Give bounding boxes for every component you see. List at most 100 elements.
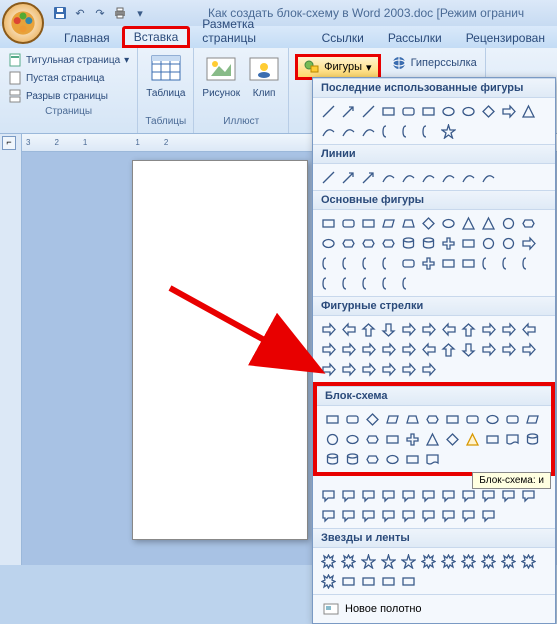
shape-item[interactable]	[419, 340, 437, 358]
shape-item[interactable]	[399, 506, 417, 524]
shape-item[interactable]	[459, 254, 477, 272]
selection-mode-icon[interactable]: ⌐	[2, 136, 16, 150]
shape-item[interactable]	[399, 102, 417, 120]
tab-mailings[interactable]: Рассылки	[376, 28, 454, 48]
shape-item[interactable]	[359, 234, 377, 252]
shape-item[interactable]	[459, 102, 477, 120]
shape-item[interactable]	[419, 320, 437, 338]
shape-item[interactable]	[479, 320, 497, 338]
shape-item[interactable]	[339, 506, 357, 524]
shape-item[interactable]	[499, 102, 517, 120]
undo-icon[interactable]: ↶	[72, 5, 88, 21]
save-icon[interactable]	[52, 5, 68, 21]
shape-item[interactable]	[379, 102, 397, 120]
picture-button[interactable]: Рисунок	[200, 52, 242, 114]
shape-item[interactable]	[339, 320, 357, 338]
shape-item[interactable]	[459, 214, 477, 232]
shape-item[interactable]	[419, 214, 437, 232]
shape-item[interactable]	[519, 254, 537, 272]
shape-item[interactable]	[479, 254, 497, 272]
shape-item[interactable]	[423, 410, 441, 428]
document-page[interactable]	[132, 160, 308, 540]
shape-item[interactable]	[403, 450, 421, 468]
shape-item[interactable]	[379, 486, 397, 504]
shape-item[interactable]	[323, 450, 341, 468]
shape-item[interactable]	[379, 254, 397, 272]
shape-item[interactable]	[359, 274, 377, 292]
shape-item[interactable]	[479, 506, 497, 524]
hyperlink-button[interactable]: Гиперссылка	[389, 54, 479, 72]
title-page-button[interactable]: Титульная страница ▾	[6, 52, 131, 68]
shape-item[interactable]	[339, 360, 357, 378]
shape-item[interactable]	[379, 320, 397, 338]
shape-item[interactable]	[499, 234, 517, 252]
shape-item[interactable]	[383, 410, 401, 428]
shape-item[interactable]	[343, 430, 361, 448]
shape-item[interactable]	[519, 214, 537, 232]
shape-item[interactable]	[383, 430, 401, 448]
shape-item[interactable]	[383, 450, 401, 468]
shape-item[interactable]	[319, 254, 337, 272]
shape-item[interactable]	[439, 506, 457, 524]
shape-item[interactable]	[359, 214, 377, 232]
shape-item[interactable]	[363, 450, 381, 468]
shape-item[interactable]	[519, 552, 537, 570]
shape-item[interactable]	[419, 168, 437, 186]
shape-item[interactable]	[319, 102, 337, 120]
shape-item[interactable]	[419, 102, 437, 120]
shape-item[interactable]	[359, 552, 377, 570]
shape-item[interactable]	[419, 122, 437, 140]
qat-dropdown-icon[interactable]: ▾	[132, 5, 148, 21]
shape-item[interactable]	[319, 274, 337, 292]
shape-item[interactable]	[479, 168, 497, 186]
shape-item[interactable]	[399, 234, 417, 252]
shape-item[interactable]	[419, 254, 437, 272]
shape-item[interactable]	[319, 340, 337, 358]
shape-item[interactable]	[499, 340, 517, 358]
shape-item[interactable]	[319, 506, 337, 524]
shape-item[interactable]	[459, 552, 477, 570]
shape-item[interactable]	[459, 234, 477, 252]
shape-item[interactable]	[479, 552, 497, 570]
shape-item[interactable]	[319, 214, 337, 232]
shape-item[interactable]	[499, 254, 517, 272]
shape-item[interactable]	[379, 168, 397, 186]
shape-item[interactable]	[339, 254, 357, 272]
shape-item[interactable]	[339, 274, 357, 292]
shape-item[interactable]	[359, 320, 377, 338]
shape-item[interactable]	[519, 340, 537, 358]
shape-item[interactable]	[339, 572, 357, 590]
shape-item[interactable]	[399, 274, 417, 292]
shape-item[interactable]	[363, 410, 381, 428]
shape-item[interactable]	[319, 122, 337, 140]
shape-item[interactable]	[359, 102, 377, 120]
shape-item[interactable]	[339, 168, 357, 186]
tab-home[interactable]: Главная	[52, 28, 122, 48]
shape-item[interactable]	[379, 340, 397, 358]
shape-item[interactable]	[359, 340, 377, 358]
shape-item[interactable]	[503, 410, 521, 428]
shape-item[interactable]	[459, 340, 477, 358]
shape-item[interactable]	[439, 254, 457, 272]
tab-references[interactable]: Ссылки	[310, 28, 376, 48]
shape-item[interactable]	[439, 340, 457, 358]
shape-item[interactable]	[399, 214, 417, 232]
shape-item[interactable]	[399, 122, 417, 140]
shape-item[interactable]	[323, 410, 341, 428]
table-button[interactable]: Таблица	[144, 52, 187, 114]
shape-item[interactable]	[463, 410, 481, 428]
shape-item[interactable]	[419, 486, 437, 504]
shape-item[interactable]	[379, 572, 397, 590]
shape-item[interactable]	[379, 360, 397, 378]
shape-item[interactable]	[403, 410, 421, 428]
shape-item[interactable]	[459, 168, 477, 186]
shape-item[interactable]	[379, 234, 397, 252]
shape-item[interactable]	[439, 320, 457, 338]
shape-item[interactable]	[359, 254, 377, 272]
shape-item[interactable]	[439, 122, 457, 140]
shape-item[interactable]	[443, 430, 461, 448]
shape-item[interactable]	[359, 122, 377, 140]
shape-item[interactable]	[379, 274, 397, 292]
shape-item[interactable]	[319, 552, 337, 570]
shape-item[interactable]	[523, 410, 541, 428]
